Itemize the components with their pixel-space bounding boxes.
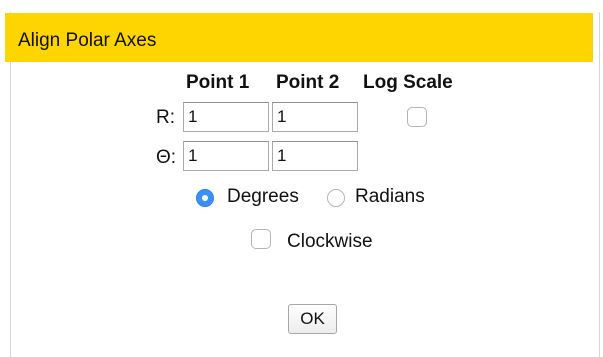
r-label: R: xyxy=(156,107,175,128)
dialog-title: Align Polar Axes xyxy=(18,30,157,51)
degrees-label[interactable]: Degrees xyxy=(227,186,299,208)
r-log-scale-checkbox[interactable] xyxy=(407,107,427,127)
radians-label[interactable]: Radians xyxy=(355,186,425,208)
r-point-2-input[interactable] xyxy=(272,102,358,132)
theta-label: Θ: xyxy=(156,147,177,168)
degrees-radio[interactable] xyxy=(196,189,214,207)
radians-radio[interactable] xyxy=(327,189,345,207)
point-1-header: Point 1 xyxy=(186,72,250,93)
ok-button[interactable]: OK xyxy=(288,304,337,334)
clockwise-label[interactable]: Clockwise xyxy=(287,231,373,253)
log-scale-header: Log Scale xyxy=(363,72,453,93)
theta-point-2-input[interactable] xyxy=(272,141,358,171)
theta-point-1-input[interactable] xyxy=(183,141,269,171)
clockwise-checkbox[interactable] xyxy=(251,229,271,249)
r-point-1-input[interactable] xyxy=(183,102,269,132)
point-2-header: Point 2 xyxy=(276,72,340,93)
